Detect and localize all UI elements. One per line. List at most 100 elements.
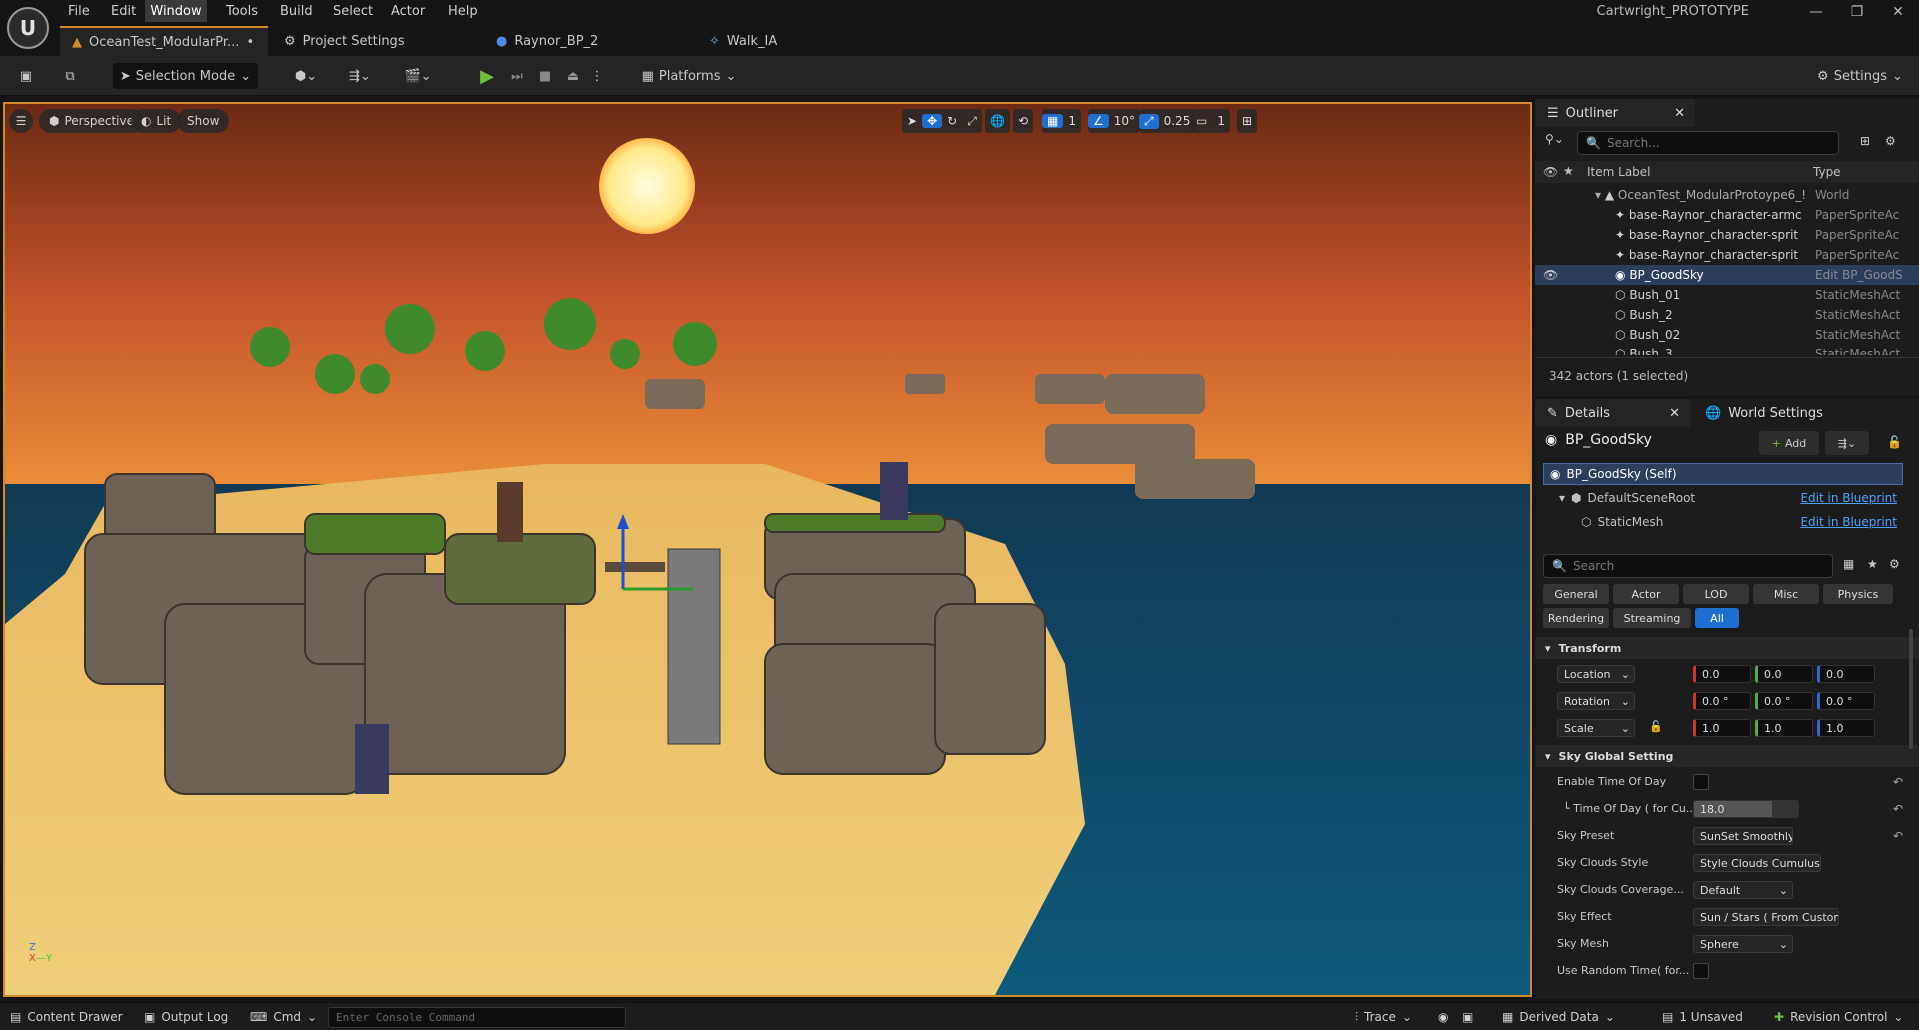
- category-streaming[interactable]: Streaming: [1613, 608, 1691, 628]
- rotation-snap[interactable]: ∠ 10°: [1088, 109, 1141, 133]
- menu-select[interactable]: Select: [325, 0, 381, 22]
- camera-speed[interactable]: ▭ 1: [1191, 109, 1230, 133]
- platforms-dropdown[interactable]: ▦ Platforms ⌄: [640, 63, 738, 89]
- menu-file[interactable]: File: [60, 0, 98, 22]
- outliner-search-input[interactable]: 🔍 Search...: [1577, 131, 1839, 155]
- location-x-field[interactable]: 0.0: [1693, 665, 1751, 683]
- blueprint-options-icon[interactable]: ⇶⌄: [1825, 431, 1869, 455]
- save-icon[interactable]: ▣: [14, 63, 38, 89]
- outliner-row-selected[interactable]: 👁 ◉ BP_GoodSky Edit BP_GoodS: [1535, 265, 1919, 285]
- reset-icon[interactable]: ↶: [1893, 829, 1903, 843]
- gear-icon[interactable]: ⚙: [1889, 557, 1900, 571]
- add-component-button[interactable]: + Add: [1759, 431, 1819, 455]
- sky-clouds-style-dropdown[interactable]: Style Clouds Cumulus A⌄: [1693, 854, 1821, 872]
- outliner-row[interactable]: ⬡ Bush_2 StaticMeshAct: [1535, 305, 1919, 325]
- location-z-field[interactable]: 0.0: [1817, 665, 1875, 683]
- star-icon[interactable]: ★: [1867, 557, 1878, 571]
- rotation-x-field[interactable]: 0.0 °: [1693, 692, 1751, 710]
- world-local-icon[interactable]: 🌐: [985, 109, 1010, 133]
- location-dropdown[interactable]: Location ⌄: [1557, 665, 1635, 683]
- category-lod[interactable]: LOD: [1683, 584, 1749, 604]
- details-search-input[interactable]: 🔍 Search: [1543, 554, 1833, 578]
- col-item-label[interactable]: Item Label: [1587, 165, 1651, 179]
- sky-clouds-coverage-dropdown[interactable]: Default ⌄: [1693, 881, 1793, 899]
- sky-mesh-dropdown[interactable]: Sphere ⌄: [1693, 935, 1793, 953]
- eject-icon[interactable]: ⏏: [560, 63, 586, 89]
- menu-edit[interactable]: Edit: [103, 0, 144, 22]
- menu-help[interactable]: Help: [440, 0, 486, 22]
- section-sky-global-setting[interactable]: ▾ Sky Global Setting: [1535, 745, 1919, 767]
- details-scrollbar[interactable]: [1909, 629, 1913, 749]
- viewport-menu-icon[interactable]: ☰: [9, 109, 33, 133]
- revision-control-dropdown[interactable]: ✚ Revision Control ⌄: [1774, 1008, 1903, 1026]
- component-self[interactable]: ◉ BP_GoodSky (Self): [1543, 463, 1903, 485]
- output-log-button[interactable]: ▣ Output Log: [144, 1008, 228, 1026]
- content-drawer-button[interactable]: ▤ Content Drawer: [10, 1008, 123, 1026]
- close-icon[interactable]: ✕: [1669, 406, 1690, 421]
- lock-icon[interactable]: 🔓: [1887, 435, 1902, 449]
- close-icon[interactable]: ✕: [1674, 106, 1695, 121]
- tab-project-settings[interactable]: ⚙ Project Settings: [284, 26, 405, 56]
- component-row[interactable]: ⬡ StaticMesh Edit in Blueprint: [1543, 511, 1903, 533]
- category-physics[interactable]: Physics: [1823, 584, 1893, 604]
- category-general[interactable]: General: [1543, 584, 1609, 604]
- trace-dropdown[interactable]: ⫶ Trace ⌄: [1355, 1008, 1412, 1026]
- location-y-field[interactable]: 0.0: [1755, 665, 1813, 683]
- scale-tool-icon[interactable]: ⤢: [962, 114, 982, 129]
- outliner-row[interactable]: ⬡ Bush_3 StaticMeshAct: [1535, 345, 1919, 355]
- unreal-logo[interactable]: U: [7, 7, 49, 49]
- stop-icon[interactable]: ■: [532, 63, 558, 89]
- derived-data-dropdown[interactable]: ▦ Derived Data ⌄: [1502, 1008, 1615, 1026]
- cmd-dropdown[interactable]: ⌨ Cmd ⌄: [250, 1008, 317, 1026]
- step-icon[interactable]: ⏭: [504, 63, 530, 89]
- category-misc[interactable]: Misc: [1753, 584, 1819, 604]
- settings-dropdown[interactable]: ⚙ Settings ⌄: [1810, 63, 1910, 89]
- reset-icon[interactable]: ↶: [1893, 775, 1903, 789]
- restore-icon[interactable]: ❐: [1840, 2, 1874, 22]
- scale-z-field[interactable]: 1.0: [1817, 719, 1875, 737]
- category-all[interactable]: All: [1695, 608, 1739, 628]
- tab-walk-ia[interactable]: ✧ Walk_IA: [709, 26, 777, 56]
- menu-tools[interactable]: Tools: [218, 0, 266, 22]
- section-transform[interactable]: ▾ Transform: [1535, 637, 1919, 659]
- scale-snap[interactable]: ⤢ 0.25: [1139, 109, 1196, 133]
- viewport-layout-icon[interactable]: ⊞: [1237, 109, 1258, 133]
- category-rendering[interactable]: Rendering: [1543, 608, 1609, 628]
- unsaved-button[interactable]: ▤ 1 Unsaved: [1662, 1008, 1743, 1026]
- reset-icon[interactable]: ↶: [1893, 802, 1903, 816]
- category-actor[interactable]: Actor: [1613, 584, 1679, 604]
- edit-blueprint-link[interactable]: Edit BP_GoodS: [1815, 268, 1905, 282]
- scale-dropdown[interactable]: Scale ⌄: [1557, 719, 1635, 737]
- play-icon[interactable]: ▶: [474, 63, 500, 89]
- outliner-row[interactable]: ✦ base-Raynor_character-armc PaperSprite…: [1535, 205, 1919, 225]
- select-tool-icon[interactable]: ➤: [902, 114, 922, 128]
- filter-icon[interactable]: ⚲⌄: [1545, 132, 1564, 146]
- tab-details[interactable]: ✎ Details ✕: [1535, 399, 1690, 427]
- sky-preset-dropdown[interactable]: SunSet Smoothly⌄: [1693, 827, 1793, 845]
- rotation-y-field[interactable]: 0.0 °: [1755, 692, 1813, 710]
- menu-window[interactable]: Window: [145, 0, 207, 22]
- show-button[interactable]: Show: [177, 109, 230, 133]
- move-tool-icon[interactable]: ✥: [922, 114, 943, 128]
- scale-x-field[interactable]: 1.0: [1693, 719, 1751, 737]
- tab-outliner[interactable]: ☰ Outliner ✕: [1535, 99, 1695, 127]
- console-input[interactable]: Enter Console Command: [328, 1007, 626, 1028]
- outliner-row[interactable]: ✦ base-Raynor_character-sprit PaperSprit…: [1535, 245, 1919, 265]
- minimize-icon[interactable]: —: [1799, 2, 1833, 22]
- close-icon[interactable]: ✕: [1881, 2, 1915, 22]
- rotate-tool-icon[interactable]: ↻: [942, 114, 962, 128]
- component-row[interactable]: ▾ ⬢ DefaultSceneRoot Edit in Blueprint: [1543, 487, 1903, 509]
- outliner-row[interactable]: ▾ ▲ OceanTest_ModularProtoype6_! World: [1535, 185, 1919, 205]
- selection-mode-dropdown[interactable]: ➤ Selection Mode ⌄: [113, 63, 258, 89]
- menu-actor[interactable]: Actor: [383, 0, 433, 22]
- table-view-icon[interactable]: ▦: [1843, 557, 1854, 571]
- browse-icon[interactable]: ⧉: [58, 63, 82, 89]
- blueprint-tool-icon[interactable]: ⇶⌄: [340, 63, 380, 89]
- cinematics-icon[interactable]: 🎬⌄: [398, 63, 438, 89]
- edit-in-blueprint-link[interactable]: Edit in Blueprint: [1800, 515, 1903, 529]
- visibility-icon[interactable]: 👁: [1543, 268, 1558, 282]
- add-folder-icon[interactable]: ⊞: [1860, 134, 1870, 148]
- surface-snap-icon[interactable]: ⟲: [1013, 109, 1034, 133]
- more-options-icon[interactable]: ⋮: [590, 63, 604, 89]
- sky-effect-dropdown[interactable]: Sun / Stars ( From Custom N⌄: [1693, 908, 1839, 926]
